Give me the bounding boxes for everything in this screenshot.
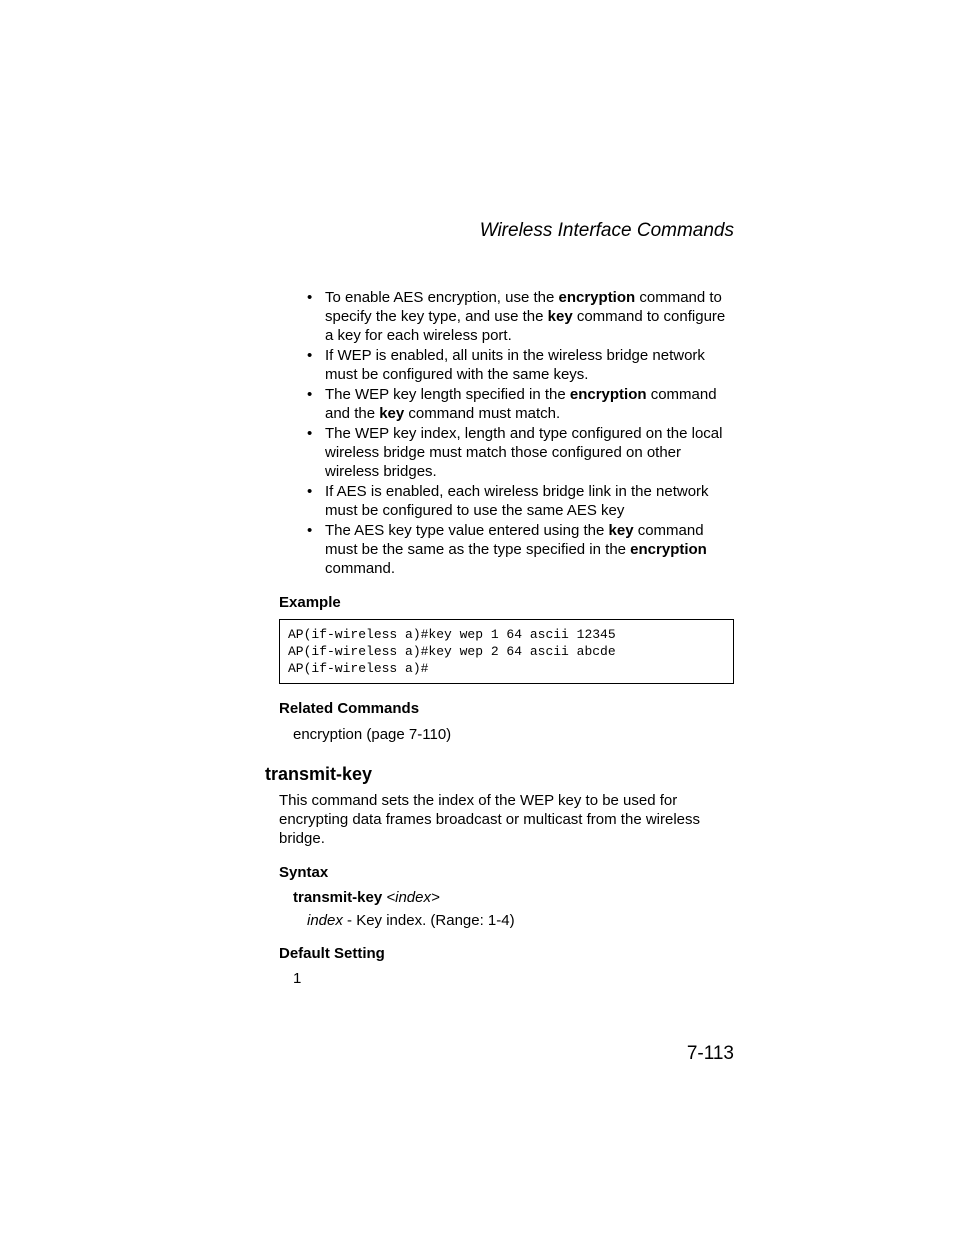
bullet-item: The WEP key length specified in the encr… — [313, 385, 734, 423]
example-heading: Example — [279, 594, 734, 611]
related-commands-text: encryption (page 7-110) — [293, 725, 734, 744]
syntax-heading: Syntax — [279, 864, 734, 881]
bullet-item: To enable AES encryption, use the encryp… — [313, 288, 734, 345]
syntax-command: transmit-key — [293, 889, 382, 906]
syntax-line: transmit-key <index> — [293, 889, 734, 906]
related-commands-heading: Related Commands — [279, 700, 734, 717]
command-name-heading: transmit-key — [265, 764, 734, 785]
section-header: Wireless Interface Commands — [265, 220, 734, 242]
default-setting-value: 1 — [293, 970, 734, 987]
default-setting-heading: Default Setting — [279, 945, 734, 962]
code-example: AP(if-wireless a)#key wep 1 64 ascii 123… — [279, 619, 734, 684]
bullet-item: If AES is enabled, each wireless bridge … — [313, 482, 734, 520]
document-page: Wireless Interface Commands To enable AE… — [0, 0, 954, 1235]
command-description: This command sets the index of the WEP k… — [279, 791, 734, 848]
syntax-arg-description: index - Key index. (Range: 1-4) — [307, 912, 734, 929]
bullet-list: To enable AES encryption, use the encryp… — [265, 288, 734, 578]
page-number: 7-113 — [687, 1043, 734, 1065]
bullet-item: The AES key type value entered using the… — [313, 521, 734, 578]
bullet-item: The WEP key index, length and type confi… — [313, 424, 734, 481]
syntax-argument: <index> — [386, 889, 439, 906]
bullet-item: If WEP is enabled, all units in the wire… — [313, 346, 734, 384]
